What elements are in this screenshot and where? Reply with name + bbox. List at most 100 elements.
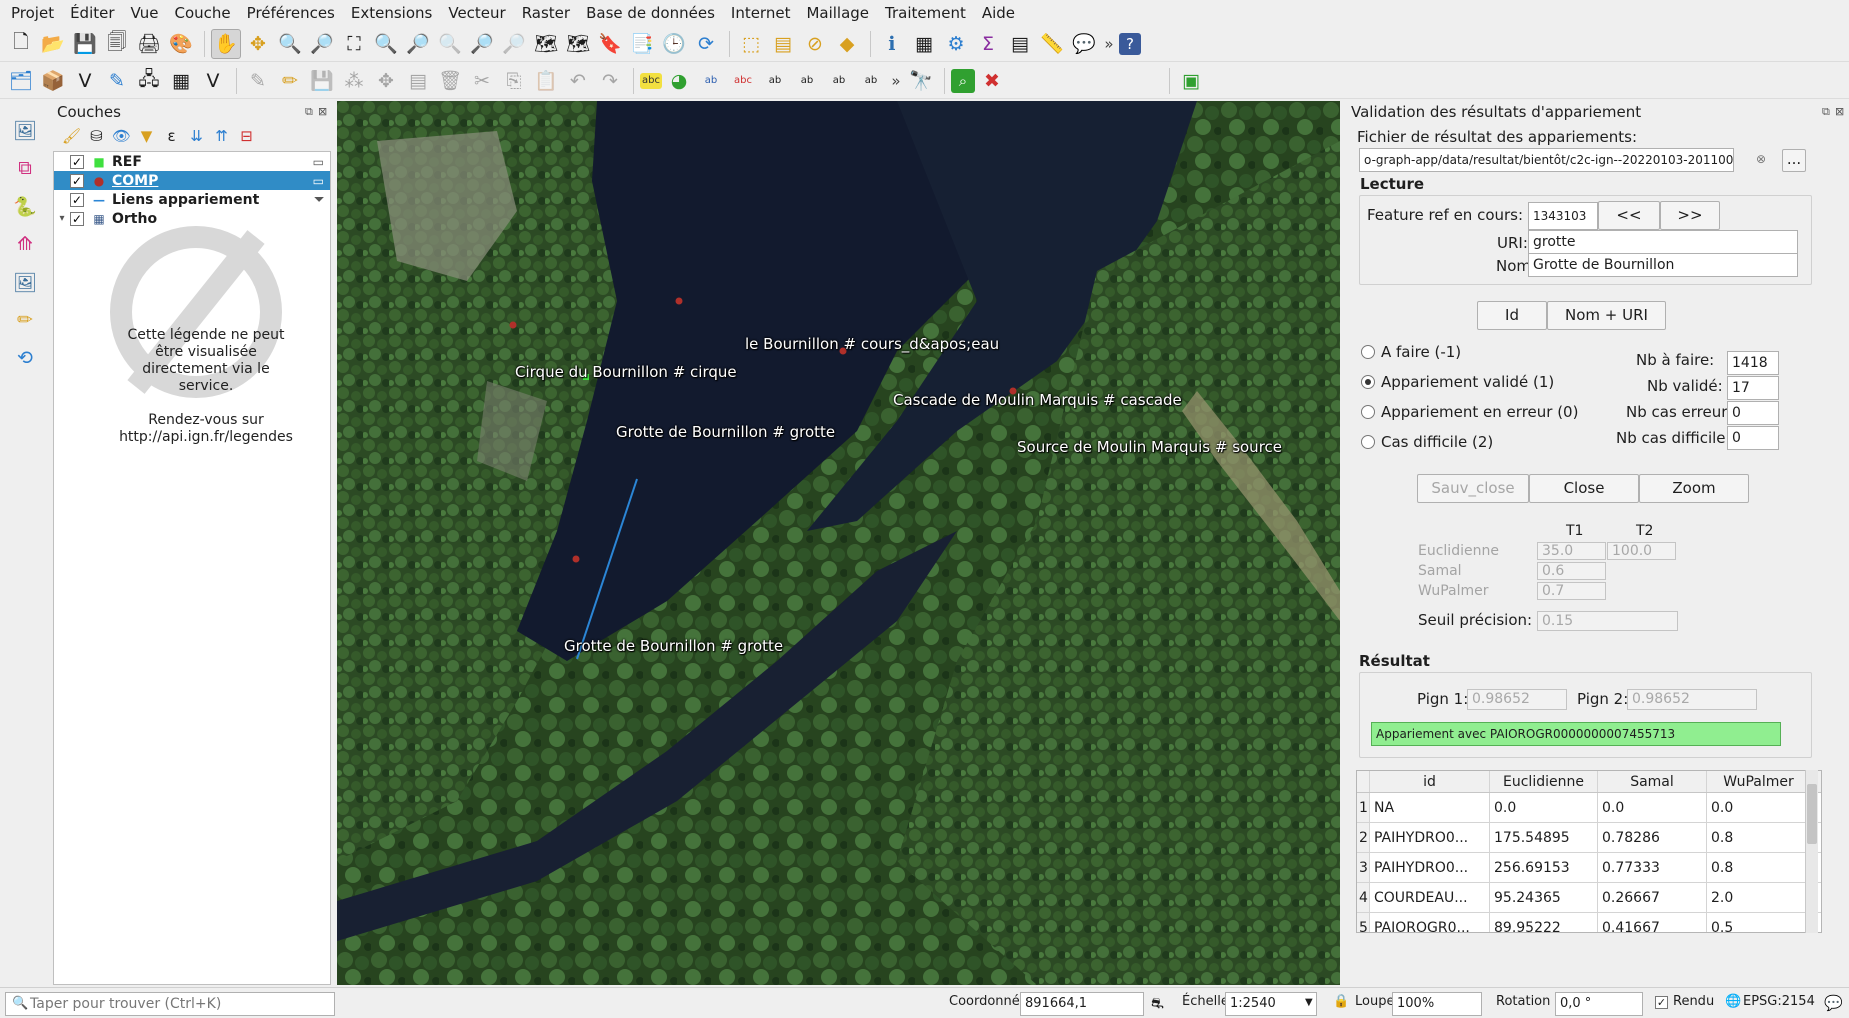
menu-raster[interactable]: Raster (515, 0, 579, 26)
statistics-icon[interactable]: Σ (973, 29, 1003, 59)
toolbar-overflow-icon[interactable]: » (888, 66, 904, 96)
digitize-icon[interactable]: ⁂ (339, 66, 369, 96)
show-bookmarks-icon[interactable]: 📑 (627, 29, 657, 59)
select-location-icon[interactable]: ◆ (832, 29, 862, 59)
coordinate-field[interactable]: 891664,1 6442445,0 (1020, 992, 1144, 1016)
python-plugin-icon[interactable]: ▣ (1176, 66, 1206, 96)
search-plugin-icon[interactable]: ⌕ (951, 68, 975, 93)
cell-euclidienne[interactable]: 256.69153 (1490, 853, 1598, 882)
add-vector-icon[interactable]: V (70, 66, 100, 96)
add-raster-icon[interactable]: ✎ (102, 66, 132, 96)
comp-point[interactable] (675, 297, 683, 305)
table-row[interactable]: 4 COURDEAU... 95.24365 0.26667 2.0 (1357, 883, 1821, 913)
expand-all-icon[interactable]: ⇊ (184, 127, 209, 145)
menu-aide[interactable]: Aide (975, 0, 1024, 26)
diagram-icon[interactable]: ◕ (664, 66, 694, 96)
geocoder-plugin-icon[interactable]: 🔭 (906, 66, 936, 96)
open-styling-icon[interactable]: 🖌 (59, 127, 84, 145)
radio-cas-difficile[interactable] (1361, 435, 1375, 449)
filter-expression-icon[interactable]: ε (159, 127, 184, 145)
column-header-wupalmer[interactable]: WuPalmer (1707, 771, 1811, 792)
cell-wupalmer[interactable]: 0.8 (1707, 823, 1811, 852)
lock-scale-icon[interactable]: 🔒 (1333, 994, 1349, 1009)
column-header-euclidienne[interactable]: Euclidienne (1490, 771, 1598, 792)
cell-wupalmer[interactable]: 0.5 (1707, 913, 1811, 932)
layer-ref[interactable]: ✓ ■ REF ▭ (54, 152, 330, 171)
zoom-native-icon[interactable]: 🔍 (435, 29, 465, 59)
save-edits-icon[interactable]: 💾 (307, 66, 337, 96)
table-row[interactable]: 3 PAIHYDRO0... 256.69153 0.77333 0.8 (1357, 853, 1821, 883)
zoom-button[interactable]: Zoom (1639, 474, 1749, 503)
cell-euclidienne[interactable]: 95.24365 (1490, 883, 1598, 912)
menu-preferences[interactable]: Préférences (240, 0, 344, 26)
toolbar-overflow-icon[interactable]: » (1101, 29, 1117, 59)
add-virtual-layer-icon[interactable]: V (198, 66, 228, 96)
save-project-icon[interactable]: 💾 (70, 29, 100, 59)
nom-uri-button[interactable]: Nom + URI (1547, 301, 1666, 330)
select-by-value-icon[interactable]: ▤ (768, 29, 798, 59)
close-panel-icon[interactable]: ⊠ (1835, 105, 1844, 118)
attribute-table-icon[interactable]: ▦ (909, 29, 939, 59)
layer-comp[interactable]: ✓ ● COMP ▭ (54, 171, 330, 190)
raster-calc-icon[interactable]: 🖼 (10, 267, 40, 297)
new-3d-view-icon[interactable]: 🗺 (563, 29, 593, 59)
radio-appariement-erreur[interactable] (1361, 405, 1375, 419)
save-as-icon[interactable]: 🗐 (102, 29, 132, 59)
table-row[interactable]: 2 PAIHYDRO0... 175.54895 0.78286 0.8 (1357, 823, 1821, 853)
scale-field[interactable]: 1:2540 (1225, 992, 1317, 1016)
identify-icon[interactable]: ℹ (877, 29, 907, 59)
close-button[interactable]: Close (1529, 474, 1639, 503)
nom-field[interactable]: Grotte de Bournillon (1528, 253, 1798, 277)
change-label-icon[interactable]: ab (856, 66, 886, 96)
crs-globe-icon[interactable]: 🌐 (1725, 994, 1741, 1009)
comp-point[interactable] (509, 321, 517, 329)
cell-id[interactable]: NA (1370, 793, 1490, 822)
render-checkbox[interactable]: ✓ (1655, 996, 1668, 1009)
layer-attributes-icon[interactable]: ▭ (313, 174, 324, 188)
show-hide-labels-icon[interactable]: ab (792, 66, 822, 96)
copy-features-icon[interactable]: ⎘ (499, 66, 529, 96)
layer-visibility-checkbox[interactable]: ✓ (70, 173, 84, 188)
manage-visibility-icon[interactable]: 👁 (109, 127, 134, 145)
previous-button[interactable]: << (1598, 201, 1660, 230)
table-row[interactable]: 5 PAIOROGR0... 89.95222 0.41667 0.5 (1357, 913, 1821, 932)
menu-internet[interactable]: Internet (724, 0, 800, 26)
remove-layer-icon[interactable]: ⊟ (234, 127, 259, 145)
move-label-icon[interactable]: ab (760, 66, 790, 96)
pan-icon[interactable]: ✋ (211, 28, 241, 59)
vertex-tool-icon[interactable]: ✥ (371, 66, 401, 96)
pan-to-selection-icon[interactable]: ✥ (243, 29, 273, 59)
cell-samal[interactable]: 0.0 (1598, 793, 1707, 822)
bookmark-icon[interactable]: 🔖 (595, 29, 625, 59)
column-header-samal[interactable]: Samal (1598, 771, 1707, 792)
pin-labels-icon[interactable]: ab (696, 66, 726, 96)
edit-pencil-icon[interactable]: ✏ (10, 305, 40, 335)
column-header-id[interactable]: id (1370, 771, 1490, 792)
measure-icon[interactable]: 📏 (1037, 29, 1067, 59)
float-panel-icon[interactable]: ⧉ (1822, 105, 1830, 119)
add-group-icon[interactable]: ⛁ (84, 127, 109, 145)
scrollbar-thumb[interactable] (1807, 784, 1817, 844)
zoom-last-icon[interactable]: 🔎 (467, 29, 497, 59)
zoom-selection-icon[interactable]: 🔍 (371, 29, 401, 59)
clear-field-icon[interactable]: ⊗ (1756, 152, 1766, 166)
float-panel-icon[interactable]: ⧉ (305, 105, 313, 119)
uri-field[interactable]: grotte (1528, 230, 1798, 254)
menu-couche[interactable]: Couche (168, 0, 240, 26)
temporal-icon[interactable]: 🕒 (659, 29, 689, 59)
rotation-field[interactable]: 0,0 ° (1555, 992, 1643, 1016)
expand-arrow-icon[interactable]: ▾ (54, 213, 70, 224)
layer-attributes-icon[interactable]: ▭ (313, 155, 324, 169)
rotate-label-icon[interactable]: ab (824, 66, 854, 96)
cell-euclidienne[interactable]: 175.54895 (1490, 823, 1598, 852)
layer-visibility-checkbox[interactable]: ✓ (70, 192, 84, 207)
help-icon[interactable]: ? (1119, 32, 1141, 55)
id-button[interactable]: Id (1477, 301, 1547, 330)
new-map-view-icon[interactable]: 🗺 (531, 29, 561, 59)
processing-graph-icon[interactable]: ⧉ (10, 153, 40, 183)
close-panel-icon[interactable]: ⊠ (318, 105, 327, 118)
zoom-in-icon[interactable]: 🔍 (275, 29, 305, 59)
menu-projet[interactable]: Projet (4, 0, 63, 26)
open-project-icon[interactable]: 📂 (38, 29, 68, 59)
python-console-icon[interactable]: 🐍 (10, 191, 40, 221)
